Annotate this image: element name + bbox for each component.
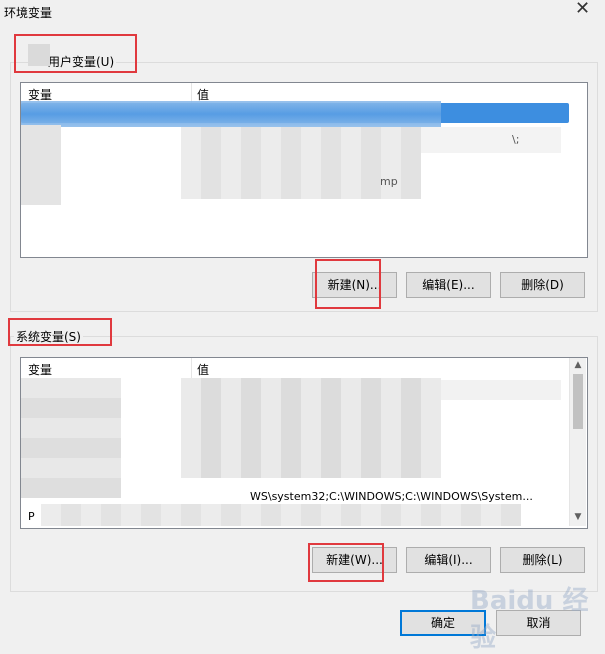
value-fragment: \; [512, 133, 520, 146]
blur-patch [21, 101, 441, 127]
value-fragment: WS\system32;C:\WINDOWS;C:\WINDOWS\System… [250, 490, 533, 503]
list-item[interactable]: \; [22, 131, 582, 149]
scroll-up-icon[interactable]: ▲ [571, 360, 585, 370]
close-icon[interactable]: ✕ [575, 0, 590, 19]
blur-patch [41, 504, 521, 526]
scrollbar-thumb[interactable] [573, 374, 583, 429]
column-header-value[interactable]: 值 [197, 361, 209, 378]
user-delete-button[interactable]: 删除(D) [500, 272, 585, 298]
list-item[interactable]: mp [22, 173, 582, 191]
user-label-highlight [14, 34, 137, 73]
blur-patch [441, 380, 561, 400]
blur-patch [181, 378, 441, 478]
scroll-down-icon[interactable]: ▼ [571, 512, 585, 522]
baidu-watermark: Baidu 经验 [470, 586, 589, 653]
system-variables-list[interactable]: 变量 值 WS\system32;C:\WINDOWS;C:\WINDOWS\S… [20, 357, 588, 529]
system-new-highlight [308, 543, 384, 582]
user-variables-list[interactable]: 变量 值 \; mp [20, 82, 588, 258]
column-header-variable[interactable]: 变量 [28, 361, 52, 378]
variable-fragment: P [28, 510, 35, 523]
system-list-scrollbar[interactable]: ▲ ▼ [569, 358, 586, 526]
column-separator[interactable] [191, 358, 192, 378]
value-fragment: mp [380, 175, 398, 188]
column-separator[interactable] [191, 83, 192, 103]
system-list-header: 变量 值 [21, 358, 587, 378]
system-delete-button[interactable]: 删除(L) [500, 547, 585, 573]
window-title: 环境变量 [4, 6, 53, 20]
system-label-highlight [8, 318, 112, 346]
system-edit-button[interactable]: 编辑(I)... [406, 547, 491, 573]
user-list-header: 变量 值 [21, 83, 587, 103]
user-new-highlight [315, 259, 381, 309]
blur-patch [21, 378, 121, 498]
user-edit-button[interactable]: 编辑(E)... [406, 272, 491, 298]
